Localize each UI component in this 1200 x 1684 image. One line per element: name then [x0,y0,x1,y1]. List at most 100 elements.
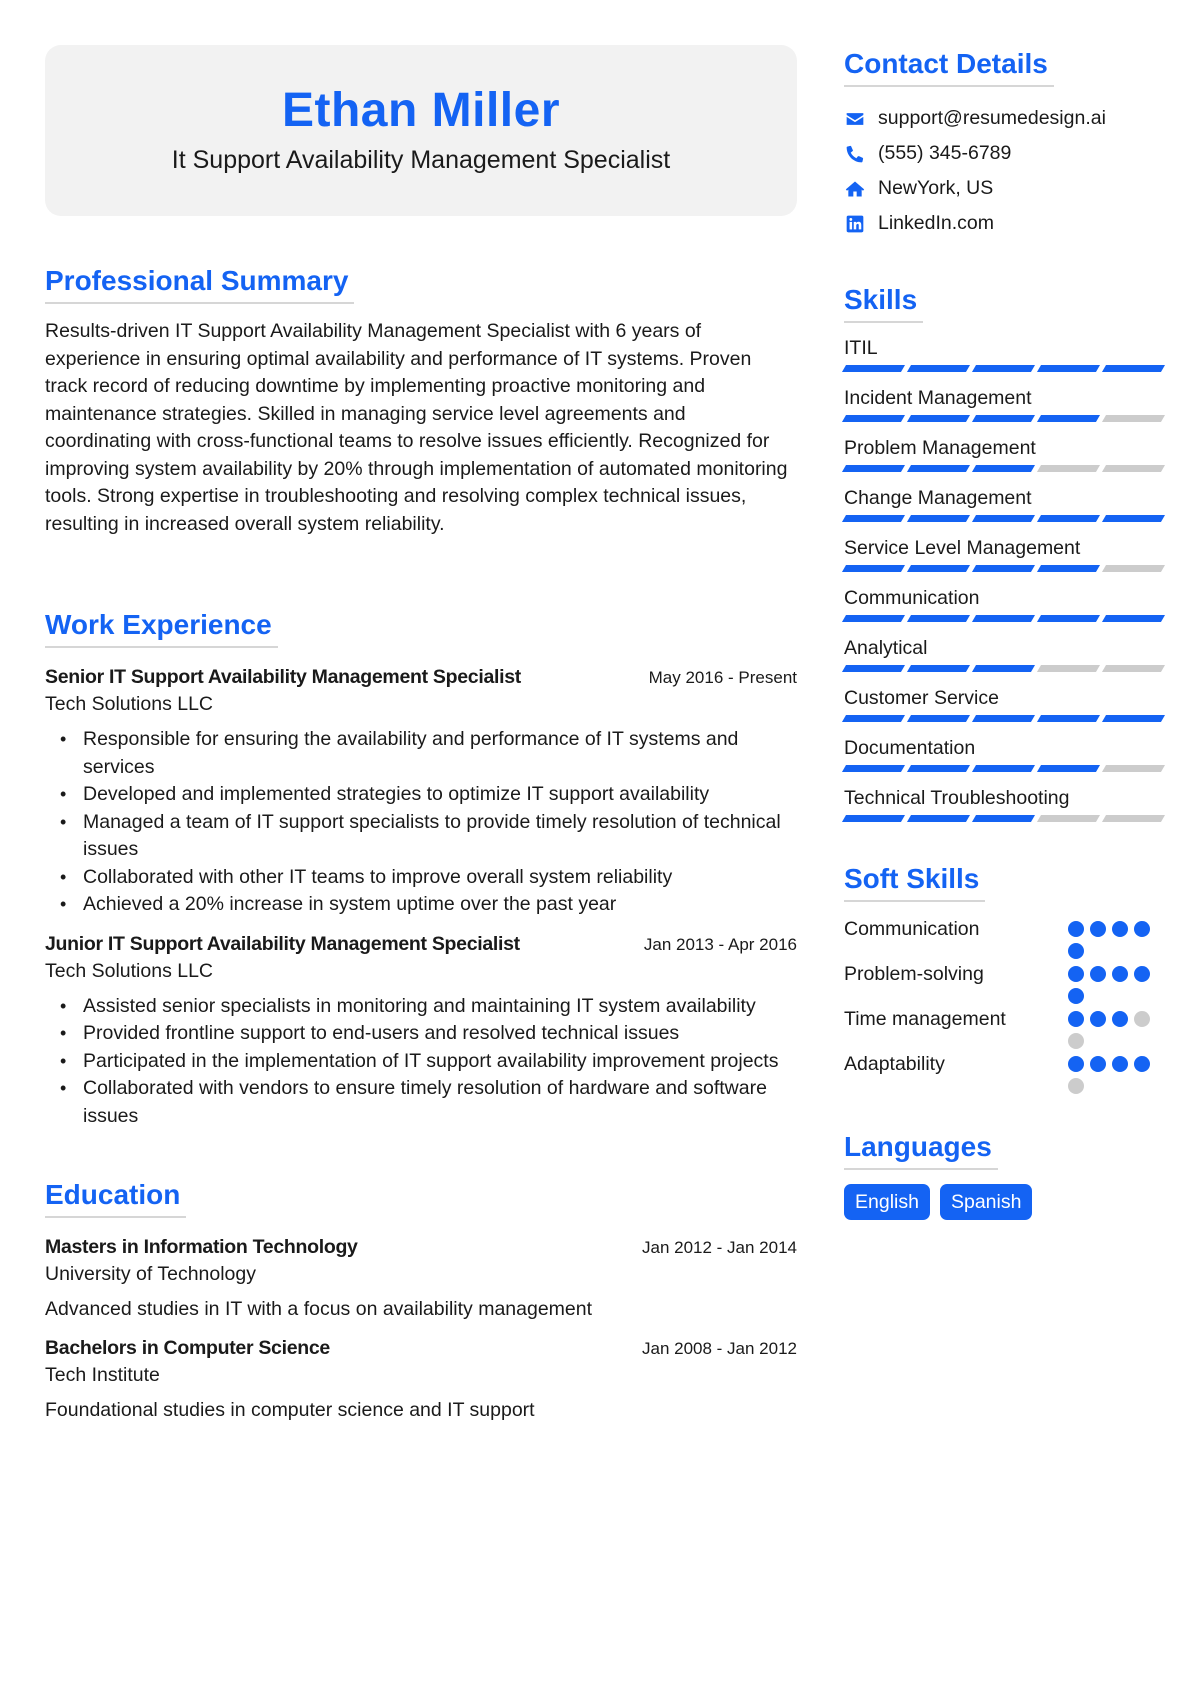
skill-rating-bar [841,565,1166,572]
rating-segment-filled [1101,365,1166,372]
contact-item[interactable]: support@resumedesign.ai [844,101,1164,136]
job-dates: May 2016 - Present [648,668,797,687]
education-dates: Jan 2008 - Jan 2012 [641,1339,797,1358]
rating-segment-filled [906,615,971,622]
skill-item: ITIL [841,335,1166,372]
skill-item: Service Level Management [841,535,1166,572]
section-heading: Education [45,1176,187,1218]
rating-segment-filled [971,615,1036,622]
rating-dot-filled [1090,1056,1106,1072]
language-list: English Spanish [844,1184,1164,1220]
education-list: Masters in Information Technology Jan 201… [45,1234,797,1424]
rating-segment-filled [1036,365,1101,372]
education-header: Masters in Information Technology Jan 201… [45,1234,797,1261]
section-heading: Languages [844,1128,998,1170]
professional-summary-section: Professional Summary Results-driven IT S… [45,262,797,538]
rating-segment-filled [971,765,1036,772]
soft-skill-rating [1068,959,1158,1004]
rating-segment-filled [971,815,1036,822]
skill-item: Analytical [841,635,1166,672]
rating-segment-empty [1101,415,1166,422]
skill-rating-bar [841,415,1166,422]
rating-segment-empty [1101,765,1166,772]
job-title: Senior IT Support Availability Managemen… [45,666,521,688]
bullet-item: Managed a team of IT support specialists… [45,809,797,864]
contact-text[interactable]: (555) 345-6789 [878,142,1011,165]
contact-text[interactable]: LinkedIn.com [878,212,994,235]
education-header: Bachelors in Computer Science Jan 2008 - … [45,1335,797,1362]
bullet-item: Assisted senior specialists in monitorin… [45,993,797,1021]
contact-item[interactable]: LinkedIn.com [844,206,1164,241]
skill-item: Technical Troubleshooting [841,785,1166,822]
rating-segment-filled [841,515,906,522]
school-name: University of Technology [45,1263,256,1285]
envelope-icon [844,108,866,130]
rating-segment-filled [906,415,971,422]
candidate-name: Ethan Miller [281,84,561,137]
rating-dot-filled [1090,1011,1106,1027]
section-heading: Work Experience [45,606,278,648]
skill-name: Analytical [844,637,928,659]
skill-name: Communication [844,587,980,609]
bullet-item: Developed and implemented strategies to … [45,781,797,809]
rating-segment-empty [1036,665,1101,672]
degree-title: Masters in Information Technology [45,1236,358,1258]
contact-item[interactable]: (555) 345-6789 [844,136,1164,171]
rating-dot-filled [1112,966,1128,982]
rating-segment-filled [841,465,906,472]
soft-skill-list: Communication Problem-solving Time managem… [844,914,1164,1094]
section-heading: Contact Details [844,45,1054,87]
bullet-item: Collaborated with vendors to ensure time… [45,1075,797,1130]
job-bullets: Responsible for ensuring the availabilit… [45,726,797,919]
summary-text: Results-driven IT Support Availability M… [45,320,788,535]
rating-segment-filled [841,815,906,822]
rating-segment-filled [1101,615,1166,622]
rating-segment-filled [1036,765,1101,772]
rating-segment-filled [906,715,971,722]
soft-skill-item: Communication [844,914,1164,959]
soft-skill-rating [1068,1004,1158,1049]
work-experience-section: Work Experience Senior IT Support Availa… [45,606,797,1130]
rating-segment-filled [906,665,971,672]
skill-item: Documentation [841,735,1166,772]
soft-skill-item: Problem-solving [844,959,1164,1004]
contact-item[interactable]: NewYork, US [844,171,1164,206]
rating-segment-filled [971,465,1036,472]
rating-segment-filled [906,365,971,372]
skill-name: Technical Troubleshooting [844,787,1070,809]
contact-text[interactable]: support@resumedesign.ai [878,107,1106,130]
phone-icon [844,143,866,165]
rating-segment-empty [1101,465,1166,472]
skill-rating-bar [841,715,1166,722]
rating-dot-empty [1068,1033,1084,1049]
rating-dot-filled [1090,966,1106,982]
soft-skills-section: Soft Skills Communication Problem-solving… [844,860,1164,1094]
rating-segment-filled [971,365,1036,372]
rating-segment-filled [1101,515,1166,522]
rating-segment-filled [906,465,971,472]
rating-segment-filled [841,765,906,772]
rating-dot-filled [1112,1011,1128,1027]
rating-segment-filled [971,715,1036,722]
bullet-item: Responsible for ensuring the availabilit… [45,726,797,781]
job-dates: Jan 2013 - Apr 2016 [643,934,797,954]
soft-skill-name: Adaptability [844,1053,945,1075]
rating-segment-filled [1036,715,1101,722]
rating-segment-filled [906,515,971,522]
rating-segment-filled [841,415,906,422]
rating-segment-empty [1101,665,1166,672]
skill-item: Problem Management [841,435,1166,472]
rating-segment-empty [1101,815,1166,822]
linkedin-icon [844,213,866,235]
rating-segment-filled [841,565,906,572]
contact-text[interactable]: NewYork, US [878,177,993,200]
company-name: Tech Solutions LLC [45,959,214,982]
rating-segment-filled [841,715,906,722]
rating-segment-filled [906,565,971,572]
rating-segment-filled [841,365,906,372]
bullet-item: Achieved a 20% increase in system uptime… [45,891,797,919]
home-icon [844,178,866,200]
skill-name: ITIL [844,337,878,359]
skill-item: Communication [841,585,1166,622]
soft-skill-rating [1068,914,1158,959]
